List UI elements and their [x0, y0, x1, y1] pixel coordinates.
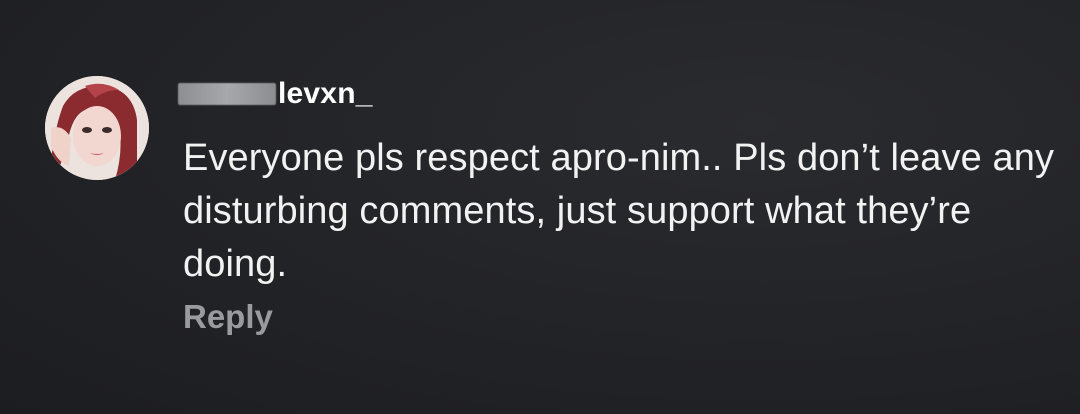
avatar[interactable] [45, 76, 149, 180]
avatar-image [45, 76, 149, 180]
comment-body: Everyone pls respect apro-nim.. Pls don’… [183, 137, 1055, 285]
comment-author[interactable]: levxn_ [178, 76, 373, 112]
reply-button[interactable]: Reply [183, 298, 273, 336]
comment-item: levxn_ Everyone pls respect apro-nim.. P… [0, 0, 1080, 414]
username-redaction [178, 83, 276, 105]
username[interactable]: levxn_ [278, 77, 373, 111]
